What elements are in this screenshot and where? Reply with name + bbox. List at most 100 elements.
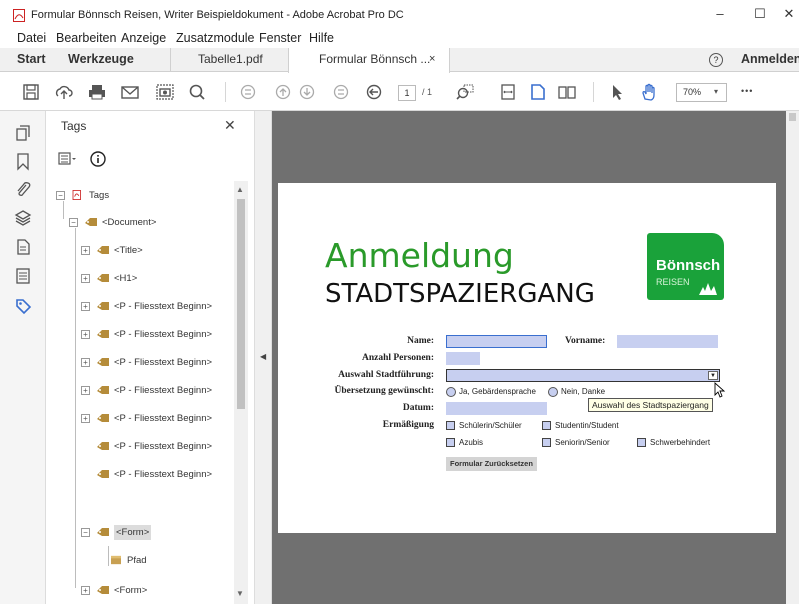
tag-paragraph[interactable]: + <P - Fliesstext Beginn> <box>81 355 212 371</box>
tab-tabelle1[interactable]: Tabelle1.pdf <box>198 48 263 72</box>
close-tab-icon[interactable]: × <box>429 48 435 72</box>
fit-width-icon[interactable] <box>497 82 519 102</box>
expand-toggle[interactable]: + <box>81 413 90 423</box>
auswahl-dropdown[interactable]: ▼ <box>446 369 720 382</box>
zoom-select[interactable]: 70% ▾ <box>676 83 727 102</box>
previous-page-icon[interactable] <box>272 82 294 102</box>
upload-cloud-icon[interactable] <box>53 82 75 102</box>
tag-paragraph[interactable]: + <P - Fliesstext Beginn> <box>81 411 212 427</box>
close-panel-icon[interactable]: ✕ <box>224 117 236 134</box>
expand-toggle[interactable]: + <box>81 301 90 311</box>
tag-paragraph[interactable]: + <P - Fliesstext Beginn> <box>81 299 212 315</box>
expand-toggle[interactable]: + <box>81 273 90 283</box>
tag-h1[interactable]: + <H1> <box>81 271 137 287</box>
chevron-down-icon[interactable]: ▼ <box>708 371 718 380</box>
checkbox-azubis[interactable] <box>446 438 455 447</box>
hand-tool-icon[interactable] <box>638 82 660 102</box>
select-cursor-icon[interactable] <box>606 82 628 102</box>
radio-ja[interactable] <box>446 387 456 397</box>
tags-icon[interactable] <box>13 296 33 316</box>
expand-toggle[interactable]: + <box>81 357 90 367</box>
tag-label: <P - Fliesstext Beginn> <box>114 301 213 312</box>
close-window-button[interactable]: ✕ <box>781 6 797 22</box>
back-arrow-icon[interactable] <box>363 82 385 102</box>
last-page-icon[interactable] <box>330 82 352 102</box>
attachments-icon[interactable] <box>13 179 33 199</box>
maximize-button[interactable]: ☐ <box>752 6 768 22</box>
tag-form-selected[interactable]: − <Form> <box>81 525 152 541</box>
scroll-down-icon[interactable]: ▼ <box>236 589 244 598</box>
scrollbar-thumb[interactable] <box>237 199 245 409</box>
radio-nein-label: Nein, Danke <box>561 387 606 396</box>
tag-label: <P - Fliesstext Beginn> <box>114 329 213 340</box>
tag-label: <Title> <box>114 245 143 256</box>
checkbox-schueler[interactable] <box>446 421 455 430</box>
tag-paragraph[interactable]: <P - Fliesstext Beginn> <box>96 467 212 483</box>
tag-form[interactable]: + <Form> <box>81 583 147 599</box>
bookmarks-icon[interactable] <box>13 151 33 171</box>
layers-icon[interactable] <box>13 208 33 228</box>
document-scrollbar[interactable] <box>786 111 799 604</box>
active-tab[interactable]: Formular Bönnsch ... × <box>288 48 450 73</box>
page-number-input[interactable]: 1 <box>398 85 416 101</box>
search-icon[interactable] <box>186 82 208 102</box>
tag-paragraph[interactable]: <P - Fliesstext Beginn> <box>96 439 212 455</box>
tag-tree-root[interactable]: − Tags <box>56 188 109 204</box>
menu-zusatzmodule[interactable]: Zusatzmodule <box>176 31 255 45</box>
tags-panel: Tags ✕ − Tags − <Document> + <Title> + <H1> … <box>46 111 254 604</box>
scan-camera-icon[interactable] <box>154 82 176 102</box>
tag-title[interactable]: + <Title> <box>81 243 143 259</box>
panel-splitter[interactable]: ◀ <box>254 111 272 604</box>
scroll-up-icon[interactable] <box>789 113 796 121</box>
menu-bearbeiten[interactable]: Bearbeiten <box>56 31 116 45</box>
tag-path[interactable]: Pfad <box>109 553 147 569</box>
tag-paragraph[interactable]: + <P - Fliesstext Beginn> <box>81 327 212 343</box>
tab-tools[interactable]: Werkzeuge <box>68 48 134 72</box>
content-icon[interactable] <box>13 237 33 257</box>
expand-toggle[interactable]: + <box>81 585 90 595</box>
print-icon[interactable] <box>86 82 108 102</box>
anzahl-field[interactable] <box>446 352 480 365</box>
tree-connector <box>75 228 76 588</box>
tag-document[interactable]: − <Document> <box>69 215 156 231</box>
help-icon[interactable]: ? <box>709 53 723 67</box>
minimize-button[interactable]: – <box>712 6 728 22</box>
datum-field[interactable] <box>446 402 547 415</box>
radio-nein[interactable] <box>548 387 558 397</box>
tag-info-icon[interactable] <box>90 151 106 167</box>
first-page-icon[interactable] <box>237 82 259 102</box>
expand-toggle[interactable]: + <box>81 329 90 339</box>
collapse-toggle[interactable]: − <box>56 190 65 200</box>
email-icon[interactable] <box>119 82 141 102</box>
save-icon[interactable] <box>20 82 42 102</box>
menu-fenster[interactable]: Fenster <box>259 31 301 45</box>
two-page-icon[interactable] <box>556 82 578 102</box>
signin-link[interactable]: Anmelden <box>741 48 799 72</box>
tab-start[interactable]: Start <box>17 48 45 72</box>
name-field[interactable] <box>446 335 547 348</box>
order-icon[interactable] <box>13 266 33 286</box>
marquee-zoom-icon[interactable] <box>454 82 476 102</box>
menu-anzeige[interactable]: Anzeige <box>121 31 166 45</box>
collapse-toggle[interactable]: − <box>81 527 90 537</box>
expand-toggle[interactable]: + <box>81 245 90 255</box>
scroll-up-icon[interactable]: ▲ <box>236 185 244 194</box>
collapse-panel-icon[interactable]: ◀ <box>260 352 266 361</box>
page-thumbnails-icon[interactable] <box>13 123 33 143</box>
collapse-toggle[interactable]: − <box>69 217 78 227</box>
menu-hilfe[interactable]: Hilfe <box>309 31 334 45</box>
menu-datei[interactable]: Datei <box>17 31 46 45</box>
acrobat-app-icon <box>13 9 25 22</box>
tag-paragraph[interactable]: + <P - Fliesstext Beginn> <box>81 383 212 399</box>
single-page-icon[interactable] <box>527 82 549 102</box>
options-menu-icon[interactable] <box>58 151 86 167</box>
checkbox-senior[interactable] <box>542 438 551 447</box>
tags-scrollbar[interactable]: ▲ ▼ <box>234 181 248 604</box>
next-page-icon[interactable] <box>296 82 318 102</box>
expand-toggle[interactable]: + <box>81 385 90 395</box>
more-tools-icon[interactable]: ••• <box>741 86 753 96</box>
vorname-field[interactable] <box>617 335 718 348</box>
checkbox-schwerbehindert[interactable] <box>637 438 646 447</box>
reset-form-button[interactable]: Formular Zurücksetzen <box>446 457 537 471</box>
checkbox-student[interactable] <box>542 421 551 430</box>
